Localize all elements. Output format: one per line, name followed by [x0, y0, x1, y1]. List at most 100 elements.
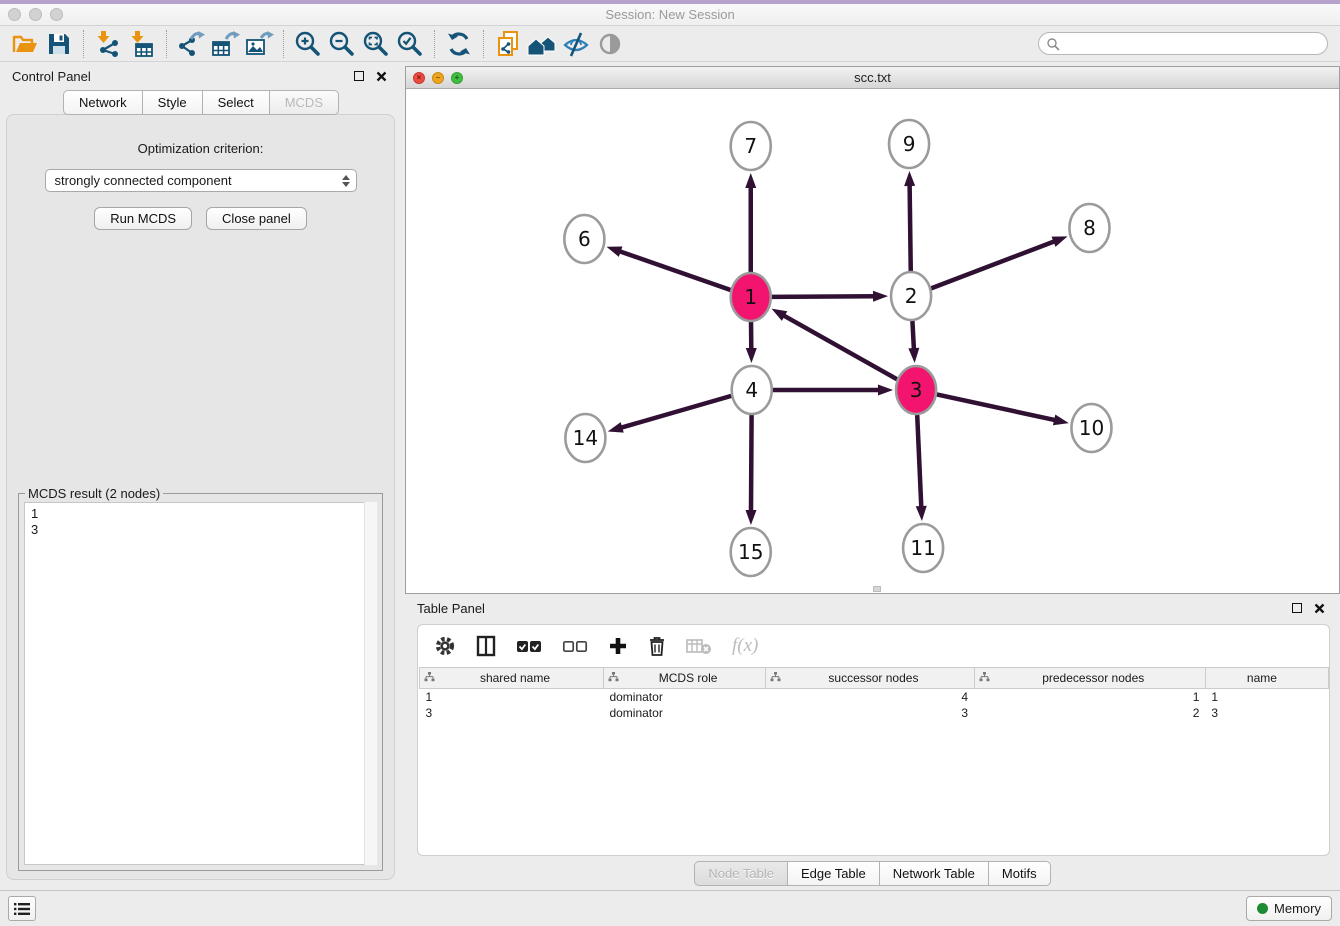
graph-edge-3-10[interactable] — [937, 394, 1056, 420]
table-cell[interactable]: 3 — [1205, 705, 1328, 721]
show-all-icon[interactable] — [593, 29, 627, 59]
mcds-result-scrollbar[interactable] — [364, 502, 377, 865]
import-network-icon[interactable] — [91, 29, 125, 59]
import-table-icon[interactable] — [125, 29, 159, 59]
tab-motifs[interactable]: Motifs — [988, 861, 1051, 886]
table-row[interactable]: 1dominator411 — [420, 689, 1329, 705]
table-row[interactable]: 3dominator323 — [420, 705, 1329, 721]
close-panel-button[interactable] — [372, 68, 390, 84]
network-canvas-svg: 7968124314101511 — [406, 89, 1339, 593]
network-canvas[interactable]: 7968124314101511 — [406, 89, 1339, 593]
table-panel-title: Table Panel — [417, 601, 485, 616]
tab-edge-table[interactable]: Edge Table — [787, 861, 879, 886]
select-columns-icon[interactable] — [476, 633, 496, 659]
delete-table-icon — [686, 633, 712, 659]
zoom-out-icon[interactable] — [325, 29, 359, 59]
canvas-splitter-knob[interactable] — [873, 586, 881, 592]
export-network-icon[interactable] — [174, 29, 208, 59]
table-cell[interactable]: 1 — [974, 689, 1205, 705]
memory-button[interactable]: Memory — [1246, 896, 1332, 921]
column-header-MCDS-role[interactable]: MCDS role — [603, 668, 765, 689]
tab-node-table[interactable]: Node Table — [694, 861, 787, 886]
table-toolbar: f(x) — [418, 625, 1329, 667]
dropdown-value: strongly connected component — [55, 173, 232, 188]
close-panel-button-2[interactable]: Close panel — [206, 207, 307, 230]
save-session-icon[interactable] — [42, 29, 76, 59]
toolbar-separator — [166, 30, 167, 58]
show-all-columns-icon[interactable] — [516, 633, 542, 659]
dropdown-stepper-icon — [342, 175, 350, 187]
close-table-panel-button[interactable] — [1310, 600, 1328, 616]
export-table-icon[interactable] — [208, 29, 242, 59]
graph-node-label: 11 — [910, 536, 936, 560]
first-neighbors-icon[interactable] — [525, 29, 559, 59]
graph-edge-4-14[interactable] — [620, 396, 731, 428]
float-panel-button[interactable] — [350, 68, 368, 84]
table-options-gear-icon[interactable] — [434, 633, 456, 659]
table-cell[interactable]: 3 — [420, 705, 604, 721]
task-history-button[interactable] — [8, 896, 36, 921]
mcds-panel: Optimization criterion: strongly connect… — [6, 114, 395, 880]
graph-edge-1-2[interactable] — [772, 296, 875, 297]
table-cell[interactable]: dominator — [603, 689, 765, 705]
control-panel-tabs: NetworkStyleSelectMCDS — [0, 90, 402, 115]
table-panel-body: f(x) shared nameMCDS rolesuccessor nodes… — [417, 624, 1330, 856]
optimization-criterion-select[interactable]: strongly connected component — [45, 169, 357, 192]
zoom-selected-icon[interactable] — [393, 29, 427, 59]
graph-edge-2-3[interactable] — [912, 321, 914, 350]
duplicate-network-icon[interactable] — [491, 29, 525, 59]
graph-edge-1-6[interactable] — [619, 251, 731, 290]
graph-node-label: 10 — [1079, 416, 1105, 440]
refresh-icon[interactable] — [442, 29, 476, 59]
graph-edge-4-15[interactable] — [751, 415, 752, 512]
zoom-fit-icon[interactable] — [359, 29, 393, 59]
search-field[interactable] — [1038, 32, 1328, 55]
edge-arrowhead — [745, 510, 756, 525]
hide-selected-icon[interactable] — [559, 29, 593, 59]
table-cell[interactable]: 4 — [766, 689, 974, 705]
column-header-name[interactable]: name — [1205, 668, 1328, 689]
graph-edge-3-1[interactable] — [783, 315, 897, 379]
table-cell[interactable]: 3 — [766, 705, 974, 721]
zoom-in-icon[interactable] — [291, 29, 325, 59]
graph-edge-3-11[interactable] — [917, 415, 921, 508]
mcds-result-title: MCDS result (2 nodes) — [25, 486, 163, 501]
column-header-predecessor-nodes[interactable]: predecessor nodes — [974, 668, 1205, 689]
delete-columns-icon[interactable] — [648, 633, 666, 659]
optimization-criterion-label: Optimization criterion: — [13, 141, 388, 156]
search-icon — [1046, 37, 1060, 51]
float-table-panel-button[interactable] — [1288, 600, 1306, 616]
search-input[interactable] — [1060, 35, 1327, 53]
toolbar-separator — [283, 30, 284, 58]
export-image-icon[interactable] — [242, 29, 276, 59]
tab-style[interactable]: Style — [142, 90, 202, 115]
create-column-icon[interactable] — [608, 633, 628, 659]
graph-node-label: 3 — [910, 378, 923, 402]
graph-edge-2-8[interactable] — [931, 241, 1055, 288]
toolbar-separator — [83, 30, 84, 58]
table-panel: Table Panel — [405, 594, 1340, 890]
open-file-icon[interactable] — [8, 29, 42, 59]
edge-arrowhead — [746, 348, 757, 363]
table-cell[interactable]: 1 — [420, 689, 604, 705]
column-header-shared-name[interactable]: shared name — [420, 668, 604, 689]
table-cell[interactable]: 2 — [974, 705, 1205, 721]
column-header-successor-nodes[interactable]: successor nodes — [766, 668, 974, 689]
node-table-header-row: shared nameMCDS rolesuccessor nodesprede… — [420, 668, 1329, 689]
network-window: × − + scc.txt 7968124314101511 — [405, 66, 1340, 594]
table-cell[interactable]: 1 — [1205, 689, 1328, 705]
graph-node-label: 2 — [905, 284, 918, 308]
table-cell[interactable]: dominator — [603, 705, 765, 721]
run-mcds-button[interactable]: Run MCDS — [94, 207, 192, 230]
hide-all-columns-icon[interactable] — [562, 633, 588, 659]
tab-select[interactable]: Select — [202, 90, 269, 115]
tab-mcds[interactable]: MCDS — [269, 90, 339, 115]
window-accent-strip — [0, 0, 1340, 4]
node-table[interactable]: shared nameMCDS rolesuccessor nodesprede… — [419, 667, 1329, 721]
edge-arrowhead — [904, 171, 915, 186]
tab-network[interactable]: Network — [63, 90, 142, 115]
toolbar-separator — [434, 30, 435, 58]
tab-network-table[interactable]: Network Table — [879, 861, 988, 886]
graph-edge-2-9[interactable] — [910, 184, 911, 271]
main-toolbar — [0, 26, 1340, 62]
